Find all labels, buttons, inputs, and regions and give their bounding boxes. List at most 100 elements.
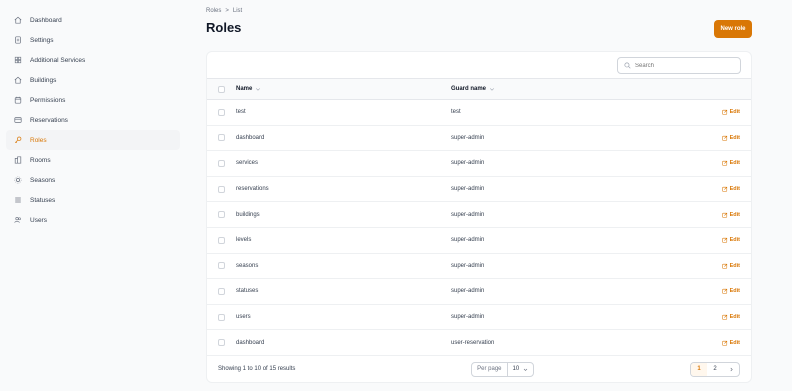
sidebar-item-roles[interactable]: Roles: [6, 130, 180, 150]
edit-button[interactable]: Edit: [721, 263, 740, 269]
sidebar-item-label: Settings: [30, 36, 54, 44]
table-row[interactable]: services super-admin Edit: [207, 151, 751, 177]
edit-label: Edit: [729, 211, 740, 218]
per-page-label: Per page: [472, 362, 508, 376]
edit-label: Edit: [729, 109, 740, 116]
cell-guard: test: [451, 109, 722, 115]
cell-guard: super-admin: [451, 288, 722, 294]
sidebar-item-label: Buildings: [30, 76, 57, 84]
sidebar-item-statuses[interactable]: Statuses: [6, 190, 180, 210]
pencil-square-icon: [721, 314, 727, 320]
sidebar-item-label: Seasons: [30, 176, 56, 184]
next-page-button[interactable]: [723, 363, 739, 376]
edit-label: Edit: [729, 186, 740, 193]
sidebar-item-buildings[interactable]: Buildings: [6, 70, 180, 90]
table-row[interactable]: reservations super-admin Edit: [207, 177, 751, 203]
pagination: 1 2: [690, 361, 740, 377]
sidebar-item-rooms[interactable]: Rooms: [6, 150, 180, 170]
row-checkbox[interactable]: [218, 339, 225, 347]
table-row[interactable]: dashboard user-reservation Edit: [207, 330, 751, 356]
sidebar-item-seasons[interactable]: Seasons: [6, 170, 180, 190]
sidebar-item-label: Users: [30, 216, 47, 224]
pencil-square-icon: [721, 212, 727, 218]
sidebar-item-reservations[interactable]: Reservations: [6, 110, 180, 130]
edit-label: Edit: [729, 288, 740, 295]
sidebar-item-additional-services[interactable]: Additional Services: [6, 50, 180, 70]
row-checkbox[interactable]: [218, 287, 225, 295]
building-icon: [14, 156, 22, 164]
row-checkbox[interactable]: [218, 159, 225, 167]
chevron-down-icon: [524, 368, 528, 371]
edit-label: Edit: [729, 134, 740, 141]
cell-name: dashboard: [236, 135, 451, 141]
edit-button[interactable]: Edit: [721, 339, 740, 346]
breadcrumb-current: List: [232, 8, 243, 14]
role-name: seasons: [236, 262, 259, 269]
sidebar-item-label: Rooms: [30, 156, 51, 164]
new-role-button[interactable]: New role: [714, 20, 752, 38]
sidebar-item-users[interactable]: Users: [6, 210, 180, 230]
row-checkbox[interactable]: [218, 108, 225, 116]
cell-guard: super-admin: [451, 212, 722, 218]
per-page-value-wrap[interactable]: 10: [508, 366, 534, 372]
per-page-select[interactable]: Per page 10: [471, 361, 535, 377]
guard-name: super-admin: [451, 186, 485, 193]
row-checkbox[interactable]: [218, 236, 225, 244]
edit-button[interactable]: Edit: [721, 160, 740, 166]
select-all-checkbox[interactable]: [218, 85, 225, 93]
cell-guard: super-admin: [451, 314, 722, 320]
column-header-name[interactable]: Name: [236, 86, 451, 92]
sidebar-item-settings[interactable]: Settings: [6, 30, 180, 50]
page-title: Roles: [206, 20, 242, 35]
edit-label: Edit: [729, 314, 740, 321]
chevron-right-icon: [730, 367, 733, 372]
edit-button[interactable]: Edit: [721, 237, 740, 243]
edit-button[interactable]: Edit: [721, 186, 740, 193]
breadcrumb-link-roles[interactable]: Roles: [206, 8, 221, 14]
sidebar-item-permissions[interactable]: Permissions: [6, 90, 180, 110]
row-checkbox[interactable]: [218, 134, 225, 142]
cell-guard: super-admin: [451, 135, 722, 141]
page-button-1[interactable]: 1: [691, 362, 707, 376]
edit-button[interactable]: Edit: [721, 211, 740, 218]
guard-name: super-admin: [451, 211, 485, 218]
table-row[interactable]: seasons super-admin Edit: [207, 254, 751, 280]
sun-icon: [14, 176, 22, 184]
pencil-square-icon: [721, 263, 727, 269]
edit-button[interactable]: Edit: [721, 134, 740, 141]
search-box[interactable]: [617, 57, 741, 74]
search-input[interactable]: [635, 62, 735, 69]
document-icon: [14, 36, 22, 44]
table-toolbar: [207, 52, 751, 79]
row-checkbox[interactable]: [218, 185, 225, 193]
table-row[interactable]: test test Edit: [207, 100, 751, 126]
per-page-value: 10: [512, 366, 520, 373]
sidebar-item-label: Statuses: [30, 196, 56, 204]
guard-name: super-admin: [451, 314, 485, 321]
edit-button[interactable]: Edit: [721, 109, 740, 116]
table-row[interactable]: dashboard super-admin Edit: [207, 126, 751, 152]
row-checkbox[interactable]: [218, 211, 225, 219]
edit-button[interactable]: Edit: [721, 288, 740, 295]
breadcrumb: Roles > List: [206, 8, 242, 14]
edit-button[interactable]: Edit: [721, 314, 740, 321]
table-row[interactable]: statuses super-admin Edit: [207, 279, 751, 305]
role-name: levels: [236, 237, 252, 244]
table-row[interactable]: users super-admin Edit: [207, 305, 751, 331]
chevron-down-icon: [490, 88, 495, 91]
table-row[interactable]: buildings super-admin Edit: [207, 202, 751, 228]
calendar-icon: [14, 96, 22, 104]
home-icon: [14, 16, 22, 24]
cell-name: dashboard: [236, 340, 451, 346]
sidebar-item-dashboard[interactable]: Dashboard: [6, 10, 180, 30]
roles-table-card: Name Guard name test test Edit dashboard sup…: [206, 51, 752, 383]
credit-card-icon: [14, 116, 22, 124]
edit-label: Edit: [729, 339, 740, 346]
page-button-2[interactable]: 2: [707, 363, 723, 376]
column-header-guard-name[interactable]: Guard name: [451, 86, 751, 92]
table-row[interactable]: levels super-admin Edit: [207, 228, 751, 254]
row-checkbox[interactable]: [218, 313, 225, 321]
row-checkbox[interactable]: [218, 262, 225, 270]
sidebar-item-label: Additional Services: [30, 56, 86, 64]
breadcrumb-separator: >: [225, 8, 229, 14]
